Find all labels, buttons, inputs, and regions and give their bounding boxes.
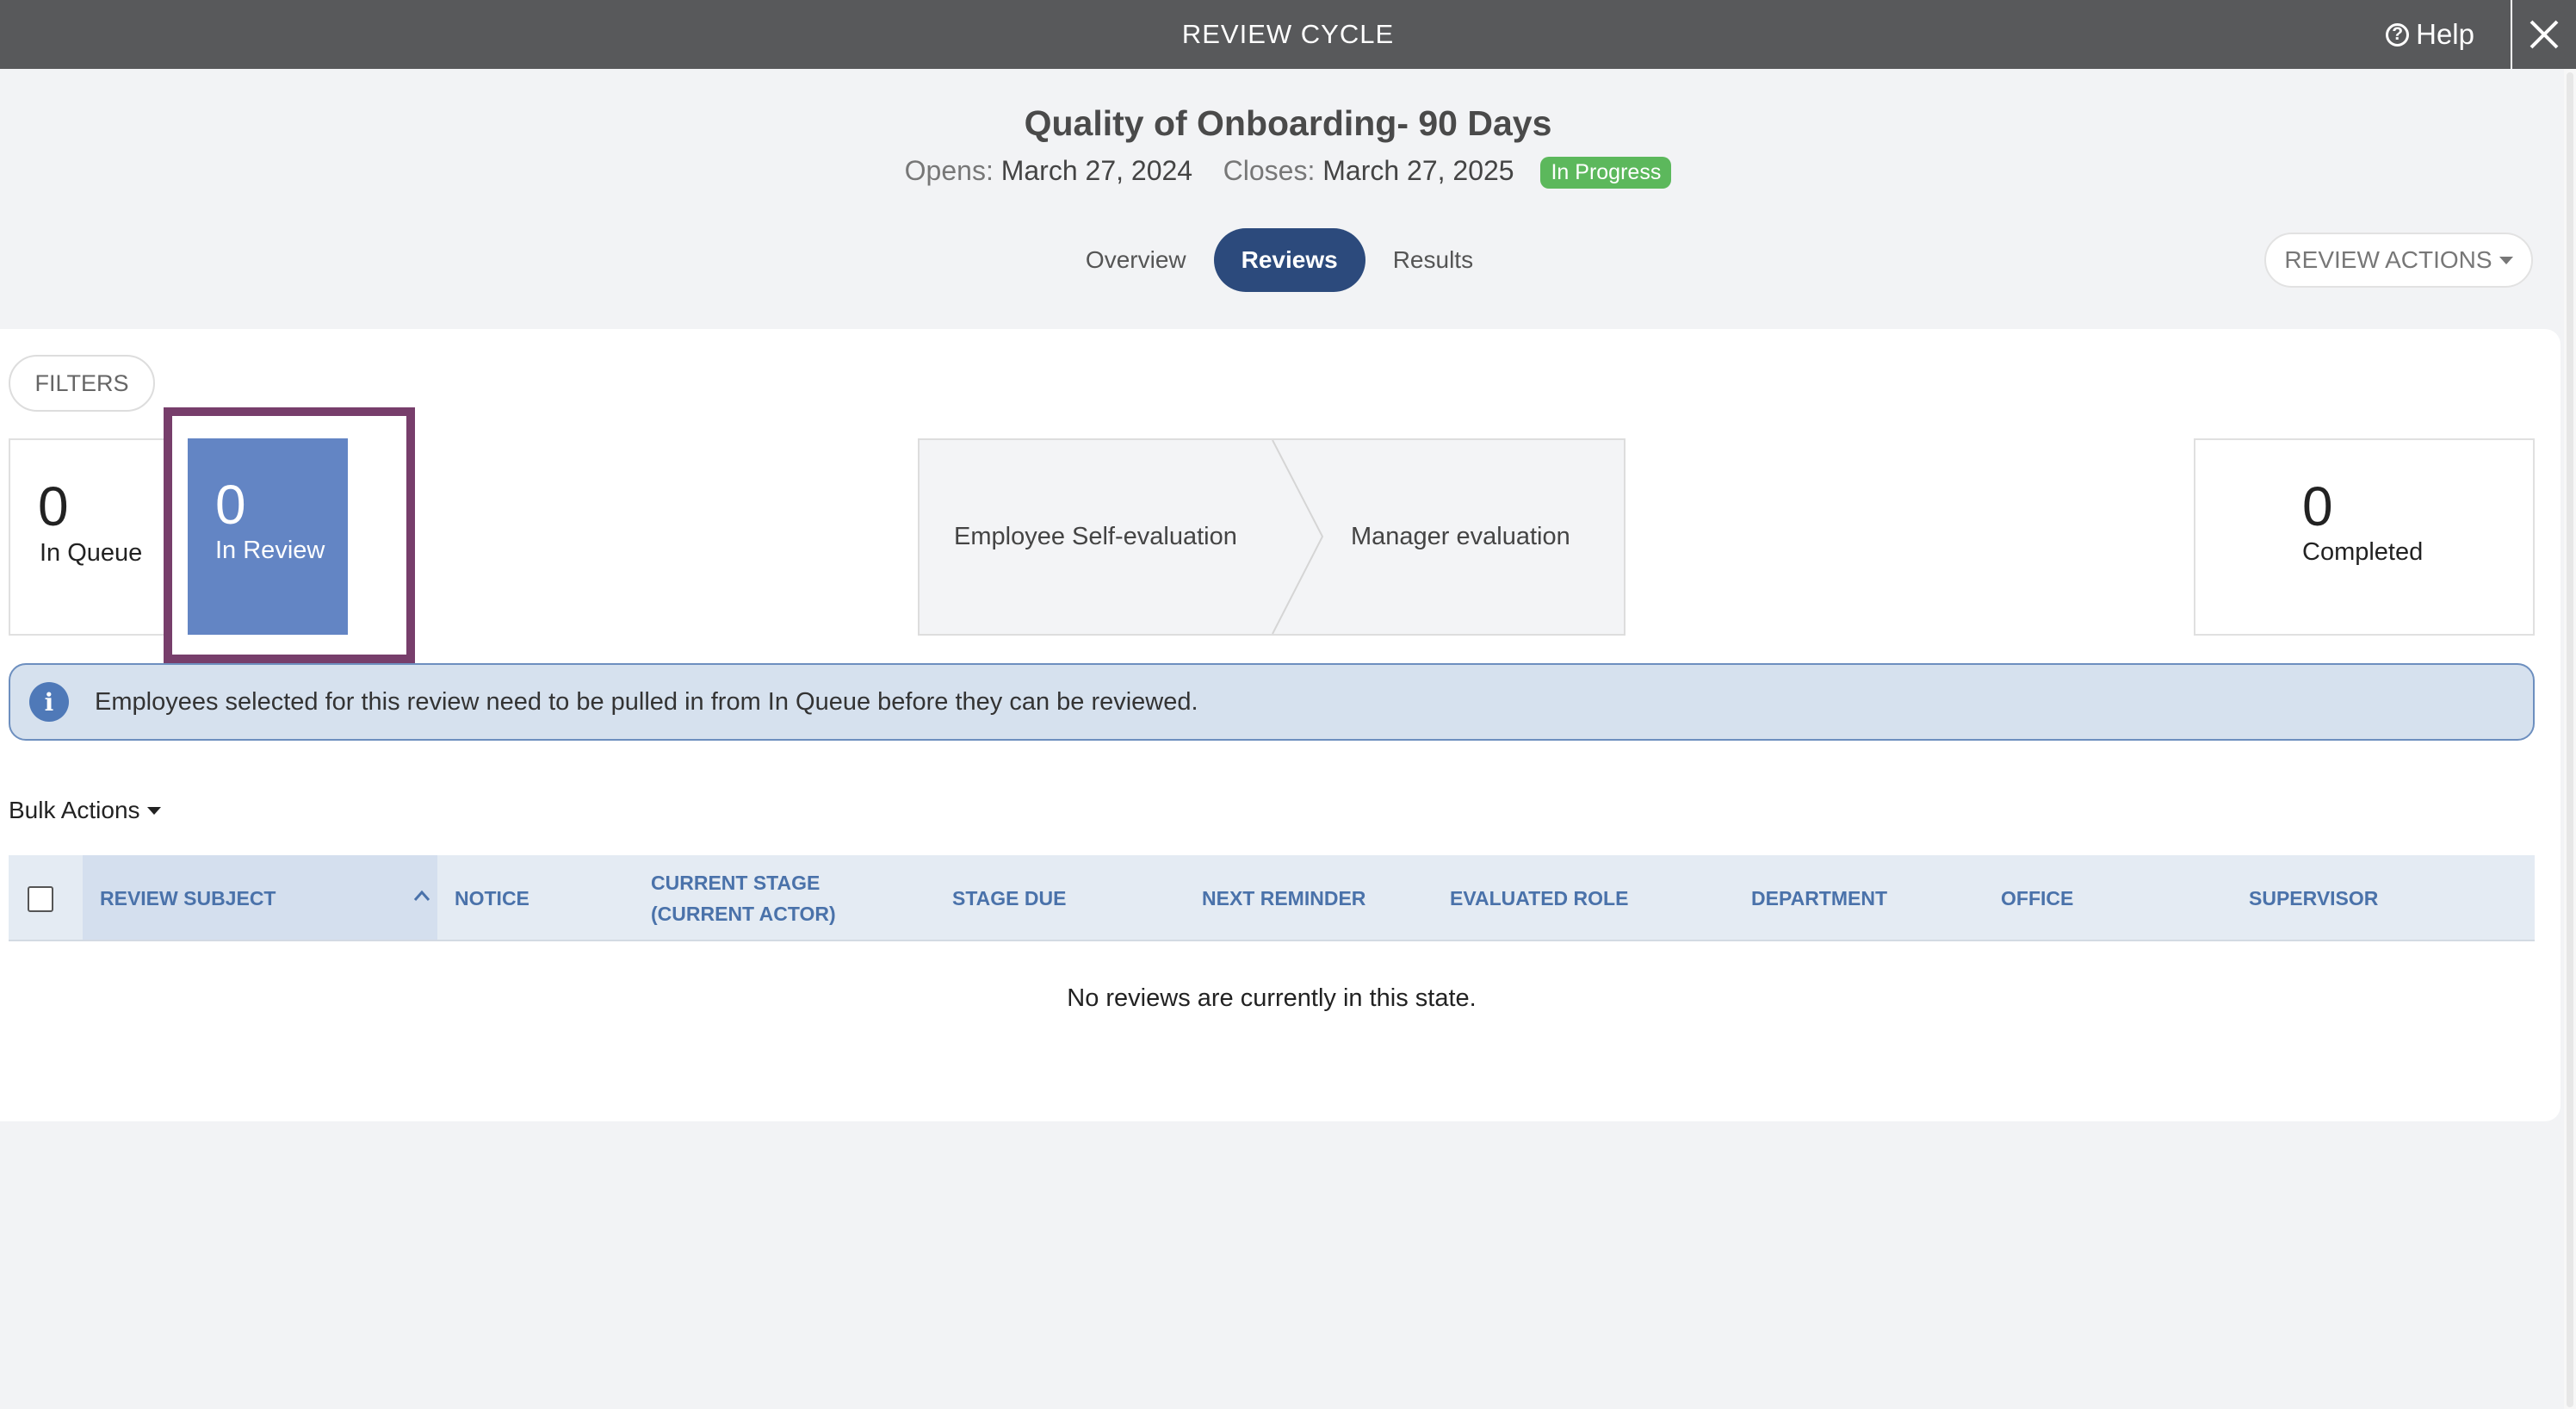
column-current-stage[interactable]: CURRENT STAGE <box>651 867 820 898</box>
help-label: Help <box>2416 18 2474 50</box>
column-next-reminder[interactable]: NEXT REMINDER <box>1202 883 1365 914</box>
bulk-actions-label: Bulk Actions <box>9 797 140 823</box>
cycle-dates: Opens: March 27, 2024 Closes: March 27, … <box>0 155 2576 189</box>
status-badge: In Progress <box>1540 157 1672 189</box>
stage-self-evaluation[interactable]: Employee Self-evaluation <box>954 440 1237 634</box>
tab-overview[interactable]: Overview <box>1058 228 1214 292</box>
select-all-checkbox[interactable] <box>28 886 53 912</box>
column-stage-due[interactable]: STAGE DUE <box>952 883 1066 914</box>
stage-manager-evaluation[interactable]: Manager evaluation <box>1351 440 1570 634</box>
sort-up-icon[interactable] <box>413 890 430 902</box>
in-review-label: In Review <box>215 537 325 564</box>
close-icon <box>2530 20 2559 49</box>
in-queue-label: In Queue <box>40 539 143 567</box>
completed-stat[interactable]: 0 Completed <box>2194 438 2535 636</box>
filters-button[interactable]: FILTERS <box>9 355 155 412</box>
opens-date: March 27, 2024 <box>1000 155 1193 186</box>
completed-count: 0 <box>2302 475 2333 537</box>
info-banner: i Employees selected for this review nee… <box>9 663 2535 741</box>
review-actions-button[interactable]: REVIEW ACTIONS <box>2264 233 2533 288</box>
info-icon: i <box>29 682 69 722</box>
closes-label: Closes: <box>1223 155 1316 186</box>
page-title: Quality of Onboarding- 90 Days <box>1024 103 1552 143</box>
tab-results[interactable]: Results <box>1365 228 1501 292</box>
chevron-right-icon <box>1272 440 1324 634</box>
help-link[interactable]: ? Help <box>2386 0 2474 69</box>
stage-flow: Employee Self-evaluation Manager evaluat… <box>918 438 1625 636</box>
review-actions-label: REVIEW ACTIONS <box>2284 246 2492 273</box>
column-notice[interactable]: NOTICE <box>455 883 529 914</box>
table-header: REVIEW SUBJECT NOTICE CURRENT STAGE (CUR… <box>9 855 2535 941</box>
tab-reviews[interactable]: Reviews <box>1213 228 1365 292</box>
in-review-count: 0 <box>215 474 246 536</box>
bulk-actions-dropdown[interactable]: Bulk Actions <box>9 797 161 824</box>
scrollbar-thumb[interactable] <box>2567 72 2573 1407</box>
closes-date: March 27, 2025 <box>1322 155 1514 186</box>
in-queue-stat[interactable]: 0 In Queue <box>9 438 181 636</box>
column-department[interactable]: DEPARTMENT <box>1751 883 1887 914</box>
completed-label: Completed <box>2302 538 2424 566</box>
scrollbar[interactable] <box>2564 69 2576 1409</box>
view-tabs: Overview Reviews Results <box>0 228 2567 292</box>
close-button[interactable] <box>2511 0 2576 69</box>
top-bar: REVIEW CYCLE ? Help <box>0 0 2576 69</box>
empty-state-message: No reviews are currently in this state. <box>1067 984 1477 1012</box>
caret-down-icon <box>2499 256 2513 264</box>
window-title: REVIEW CYCLE <box>1181 19 1395 49</box>
column-supervisor[interactable]: SUPERVISOR <box>2249 883 2378 914</box>
in-queue-count: 0 <box>38 475 69 537</box>
opens-label: Opens: <box>904 155 994 186</box>
column-office[interactable]: OFFICE <box>2001 883 2073 914</box>
column-evaluated-role[interactable]: EVALUATED ROLE <box>1450 883 1628 914</box>
caret-down-icon <box>146 806 161 815</box>
in-review-stat[interactable]: 0 In Review <box>188 438 348 635</box>
column-review-subject[interactable]: REVIEW SUBJECT <box>100 883 276 914</box>
info-message: Employees selected for this review need … <box>95 687 1198 716</box>
column-current-actor: (CURRENT ACTOR) <box>651 903 836 925</box>
question-icon: ? <box>2386 22 2410 47</box>
